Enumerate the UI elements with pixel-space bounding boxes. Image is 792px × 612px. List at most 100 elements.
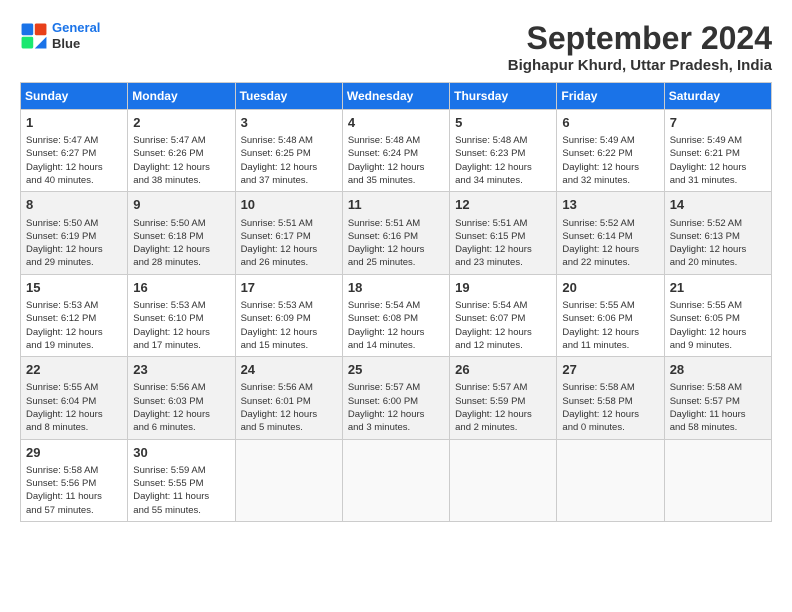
day-cell: 27 Sunrise: 5:58 AM Sunset: 5:58 PM Dayli…: [557, 357, 664, 439]
day-info: Sunrise: 5:47 AM Sunset: 6:26 PM Dayligh…: [133, 134, 229, 187]
day-number: 17: [241, 279, 337, 297]
day-number: 23: [133, 361, 229, 379]
day-info: Sunrise: 5:47 AM Sunset: 6:27 PM Dayligh…: [26, 134, 122, 187]
day-number: 3: [241, 114, 337, 132]
logo-line1: General: [52, 20, 100, 35]
day-number: 10: [241, 196, 337, 214]
day-cell: 1Sunrise: 5:47 AM Sunset: 6:27 PM Daylig…: [21, 110, 128, 192]
day-info: Sunrise: 5:48 AM Sunset: 6:24 PM Dayligh…: [348, 134, 444, 187]
week-row-1: 1Sunrise: 5:47 AM Sunset: 6:27 PM Daylig…: [21, 110, 772, 192]
day-cell: 9Sunrise: 5:50 AM Sunset: 6:18 PM Daylig…: [128, 192, 235, 274]
day-cell: 24Sunrise: 5:56 AM Sunset: 6:01 PM Dayli…: [235, 357, 342, 439]
day-number: 24: [241, 361, 337, 379]
day-cell: 16Sunrise: 5:53 AM Sunset: 6:10 PM Dayli…: [128, 274, 235, 356]
day-number: 26: [455, 361, 551, 379]
day-number: 14: [670, 196, 766, 214]
day-number: 12: [455, 196, 551, 214]
day-number: 29: [26, 444, 122, 462]
day-cell: 19Sunrise: 5:54 AM Sunset: 6:07 PM Dayli…: [450, 274, 557, 356]
header-wednesday: Wednesday: [342, 83, 449, 110]
day-number: 18: [348, 279, 444, 297]
week-row-2: 8 Sunrise: 5:50 AM Sunset: 6:19 PM Daylig…: [21, 192, 772, 274]
day-cell: 14Sunrise: 5:52 AM Sunset: 6:13 PM Dayli…: [664, 192, 771, 274]
day-number: 2: [133, 114, 229, 132]
day-number: 25: [348, 361, 444, 379]
day-cell: 10 Sunrise: 5:51 AM Sunset: 6:17 PM Dayli…: [235, 192, 342, 274]
day-cell: 6Sunrise: 5:49 AM Sunset: 6:22 PM Daylig…: [557, 110, 664, 192]
day-cell: 7 Sunrise: 5:49 AM Sunset: 6:21 PM Daylig…: [664, 110, 771, 192]
day-cell: [664, 439, 771, 521]
day-number: 27: [562, 361, 658, 379]
day-number: 20: [562, 279, 658, 297]
title-block: September 2024 Bighapur Khurd, Uttar Pra…: [508, 20, 772, 74]
day-cell: 25Sunrise: 5:57 AM Sunset: 6:00 PM Dayli…: [342, 357, 449, 439]
day-number: 22: [26, 361, 122, 379]
day-cell: 22 Sunrise: 5:55 AM Sunset: 6:04 PM Dayli…: [21, 357, 128, 439]
day-cell: 20Sunrise: 5:55 AM Sunset: 6:06 PM Dayli…: [557, 274, 664, 356]
day-number: 15: [26, 279, 122, 297]
day-info: Sunrise: 5:59 AM Sunset: 5:55 PM Dayligh…: [133, 464, 229, 517]
day-info: Sunrise: 5:51 AM Sunset: 6:15 PM Dayligh…: [455, 217, 551, 270]
day-info: Sunrise: 5:58 AM Sunset: 5:58 PM Dayligh…: [562, 381, 658, 434]
day-cell: 12 Sunrise: 5:51 AM Sunset: 6:15 PM Dayli…: [450, 192, 557, 274]
header-sunday: Sunday: [21, 83, 128, 110]
day-cell: 23 Sunrise: 5:56 AM Sunset: 6:03 PM Dayli…: [128, 357, 235, 439]
day-info: Sunrise: 5:50 AM Sunset: 6:19 PM Dayligh…: [26, 217, 122, 270]
day-cell: 3 Sunrise: 5:48 AM Sunset: 6:25 PM Daylig…: [235, 110, 342, 192]
day-info: Sunrise: 5:48 AM Sunset: 6:23 PM Dayligh…: [455, 134, 551, 187]
page-header: General Blue September 2024 Bighapur Khu…: [20, 20, 772, 74]
day-cell: 11 Sunrise: 5:51 AM Sunset: 6:16 PM Dayli…: [342, 192, 449, 274]
day-cell: 5 Sunrise: 5:48 AM Sunset: 6:23 PM Daylig…: [450, 110, 557, 192]
logo-icon: [20, 22, 48, 50]
day-number: 8: [26, 196, 122, 214]
day-info: Sunrise: 5:58 AM Sunset: 5:56 PM Dayligh…: [26, 464, 122, 517]
day-info: Sunrise: 5:52 AM Sunset: 6:14 PM Dayligh…: [562, 217, 658, 270]
day-number: 16: [133, 279, 229, 297]
header-tuesday: Tuesday: [235, 83, 342, 110]
day-cell: [342, 439, 449, 521]
day-info: Sunrise: 5:53 AM Sunset: 6:09 PM Dayligh…: [241, 299, 337, 352]
day-cell: [557, 439, 664, 521]
calendar-title: September 2024: [508, 20, 772, 57]
logo-line2: Blue: [52, 36, 100, 52]
header-monday: Monday: [128, 83, 235, 110]
day-cell: 28 Sunrise: 5:58 AM Sunset: 5:57 PM Dayli…: [664, 357, 771, 439]
day-number: 11: [348, 196, 444, 214]
calendar-table: SundayMondayTuesdayWednesdayThursdayFrid…: [20, 82, 772, 522]
header-row: SundayMondayTuesdayWednesdayThursdayFrid…: [21, 83, 772, 110]
logo-text: General Blue: [52, 20, 100, 51]
day-info: Sunrise: 5:51 AM Sunset: 6:17 PM Dayligh…: [241, 217, 337, 270]
day-info: Sunrise: 5:55 AM Sunset: 6:05 PM Dayligh…: [670, 299, 766, 352]
day-info: Sunrise: 5:54 AM Sunset: 6:07 PM Dayligh…: [455, 299, 551, 352]
day-info: Sunrise: 5:51 AM Sunset: 6:16 PM Dayligh…: [348, 217, 444, 270]
logo: General Blue: [20, 20, 100, 51]
day-number: 6: [562, 114, 658, 132]
day-number: 30: [133, 444, 229, 462]
day-info: Sunrise: 5:53 AM Sunset: 6:12 PM Dayligh…: [26, 299, 122, 352]
day-info: Sunrise: 5:55 AM Sunset: 6:04 PM Dayligh…: [26, 381, 122, 434]
calendar-subtitle: Bighapur Khurd, Uttar Pradesh, India: [508, 57, 772, 74]
day-info: Sunrise: 5:56 AM Sunset: 6:03 PM Dayligh…: [133, 381, 229, 434]
day-cell: 18 Sunrise: 5:54 AM Sunset: 6:08 PM Dayli…: [342, 274, 449, 356]
day-cell: 17 Sunrise: 5:53 AM Sunset: 6:09 PM Dayli…: [235, 274, 342, 356]
day-cell: 2 Sunrise: 5:47 AM Sunset: 6:26 PM Daylig…: [128, 110, 235, 192]
header-friday: Friday: [557, 83, 664, 110]
day-cell: 4 Sunrise: 5:48 AM Sunset: 6:24 PM Daylig…: [342, 110, 449, 192]
day-cell: 30 Sunrise: 5:59 AM Sunset: 5:55 PM Dayli…: [128, 439, 235, 521]
week-row-5: 29 Sunrise: 5:58 AM Sunset: 5:56 PM Dayli…: [21, 439, 772, 521]
day-cell: [235, 439, 342, 521]
day-info: Sunrise: 5:54 AM Sunset: 6:08 PM Dayligh…: [348, 299, 444, 352]
day-cell: [450, 439, 557, 521]
day-number: 4: [348, 114, 444, 132]
day-number: 21: [670, 279, 766, 297]
day-cell: 29 Sunrise: 5:58 AM Sunset: 5:56 PM Dayli…: [21, 439, 128, 521]
day-info: Sunrise: 5:49 AM Sunset: 6:21 PM Dayligh…: [670, 134, 766, 187]
day-info: Sunrise: 5:48 AM Sunset: 6:25 PM Dayligh…: [241, 134, 337, 187]
week-row-4: 22 Sunrise: 5:55 AM Sunset: 6:04 PM Dayli…: [21, 357, 772, 439]
day-number: 5: [455, 114, 551, 132]
day-number: 7: [670, 114, 766, 132]
day-info: Sunrise: 5:58 AM Sunset: 5:57 PM Dayligh…: [670, 381, 766, 434]
week-row-3: 15 Sunrise: 5:53 AM Sunset: 6:12 PM Dayli…: [21, 274, 772, 356]
day-cell: 13Sunrise: 5:52 AM Sunset: 6:14 PM Dayli…: [557, 192, 664, 274]
day-number: 28: [670, 361, 766, 379]
